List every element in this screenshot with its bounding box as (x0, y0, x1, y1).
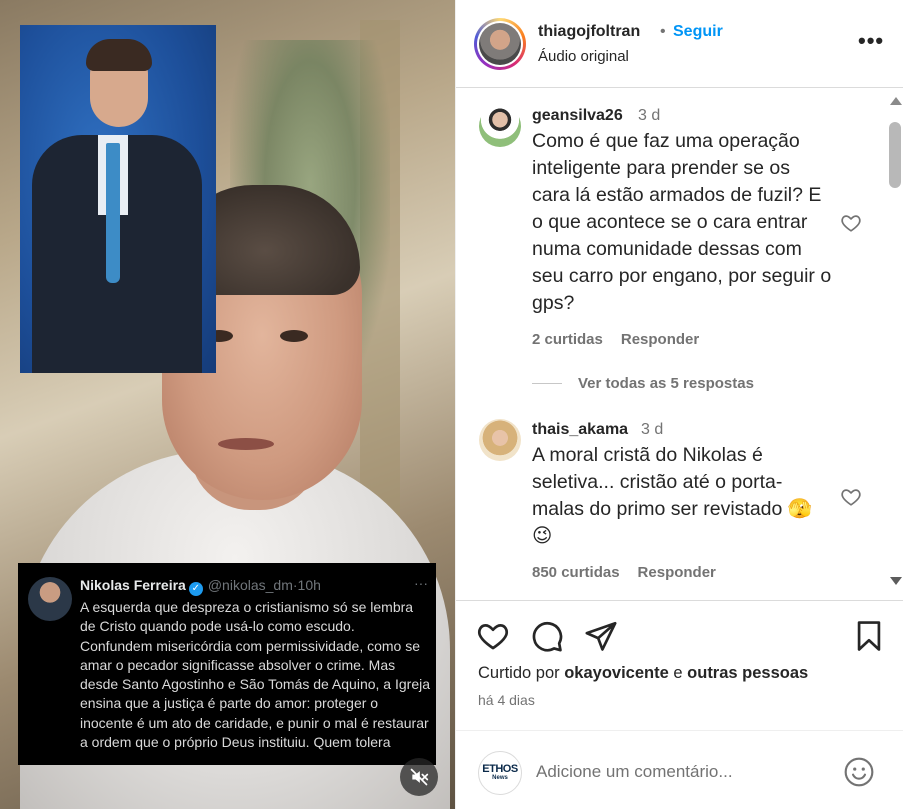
tweet-author-name: Nikolas Ferreira (80, 577, 186, 593)
avatar-inner (477, 21, 523, 67)
commenter-avatar[interactable] (479, 419, 521, 461)
inset-tie (106, 143, 120, 283)
liked-by-prefix: Curtido por (478, 664, 560, 682)
tweet-more-icon: ··· (414, 575, 428, 591)
comments-list[interactable]: geansilva26 3 d Como é que faz uma opera… (456, 89, 903, 599)
comment-icon[interactable] (530, 619, 564, 653)
tweet-time: 10h (297, 577, 321, 593)
tweet-screenshot: Nikolas Ferreira ✓ @nikolas_dm·10h ··· A e… (18, 563, 436, 765)
comment-username[interactable]: thais_akama (532, 421, 628, 439)
follow-button[interactable]: Seguir (673, 23, 723, 41)
post-panel: thiagojfoltran • Seguir Áudio original •… (455, 0, 903, 809)
comment-time: 3 d (641, 421, 664, 438)
comments-scrollbar[interactable] (886, 89, 903, 599)
add-comment-bar: ETHOS News (456, 730, 903, 809)
inset-hair (86, 39, 152, 71)
logo-subtext: News (492, 775, 508, 781)
tweet-text: A esquerda que despreza o cristianismo s… (80, 599, 430, 751)
comment-time: 3 d (638, 107, 661, 124)
replies-divider (532, 383, 562, 384)
mute-button[interactable] (400, 758, 438, 796)
post-header: thiagojfoltran • Seguir Áudio original •… (456, 0, 903, 88)
presenter-mouth (218, 438, 274, 450)
tweet-handle-text: @nikolas_dm (207, 577, 293, 593)
comment-likes[interactable]: 2 curtidas (532, 331, 603, 348)
audio-label[interactable]: Áudio original (538, 48, 629, 65)
reply-button[interactable]: Responder (621, 331, 699, 348)
avatar-image (479, 23, 521, 65)
heart-icon[interactable] (476, 619, 510, 653)
reply-button[interactable]: Responder (638, 564, 716, 581)
view-replies-button[interactable]: Ver todas as 5 respostas (578, 375, 754, 392)
logo-text: ETHOS (482, 763, 518, 775)
tweet-avatar (28, 577, 72, 621)
scroll-down-arrow-icon[interactable] (890, 577, 902, 585)
liked-by-others[interactable]: outras pessoas (687, 664, 808, 682)
share-icon[interactable] (584, 619, 618, 653)
comment-meta: 2 curtidas Responder (532, 331, 717, 348)
more-options-icon[interactable]: ••• (858, 30, 884, 52)
tweet-handle: @nikolas_dm·10h (208, 577, 321, 593)
verified-badge-icon: ✓ (188, 582, 203, 596)
liked-by-line: Curtido por okayovicente e outras pessoa… (478, 664, 808, 683)
comment-username[interactable]: geansilva26 (532, 107, 623, 125)
tweet-author: Nikolas Ferreira ✓ @nikolas_dm·10h (80, 577, 321, 596)
inset-photo (20, 25, 216, 373)
post-age[interactable]: há 4 dias (478, 692, 535, 708)
author-avatar[interactable] (474, 18, 526, 70)
liked-by-and: e (673, 664, 683, 682)
like-comment-heart-icon[interactable] (840, 212, 862, 234)
post-video[interactable]: Nikolas Ferreira ✓ @nikolas_dm·10h ··· A e… (0, 0, 455, 809)
comment-text: A moral cristã do Nikolas é seletiva... … (532, 444, 813, 547)
header-separator: • (660, 23, 666, 40)
comment-text: Como é que faz uma operação inteligente … (532, 130, 832, 314)
emoji-icon[interactable] (843, 756, 875, 788)
commenter-avatar[interactable] (479, 105, 521, 147)
comment-likes[interactable]: 850 curtidas (532, 564, 620, 581)
bookmark-icon[interactable] (852, 619, 886, 653)
comment-meta: 850 curtidas Responder (532, 564, 734, 581)
current-user-avatar[interactable]: ETHOS News (478, 751, 522, 795)
presenter-eye (280, 330, 308, 342)
muted-speaker-icon (410, 768, 429, 786)
liked-by-user[interactable]: okayovicente (564, 664, 669, 682)
scroll-up-arrow-icon[interactable] (890, 97, 902, 105)
author-username[interactable]: thiagojfoltran (538, 23, 640, 41)
comment-input[interactable] (536, 759, 826, 785)
scroll-thumb[interactable] (889, 122, 901, 188)
like-comment-heart-icon[interactable] (840, 486, 862, 508)
